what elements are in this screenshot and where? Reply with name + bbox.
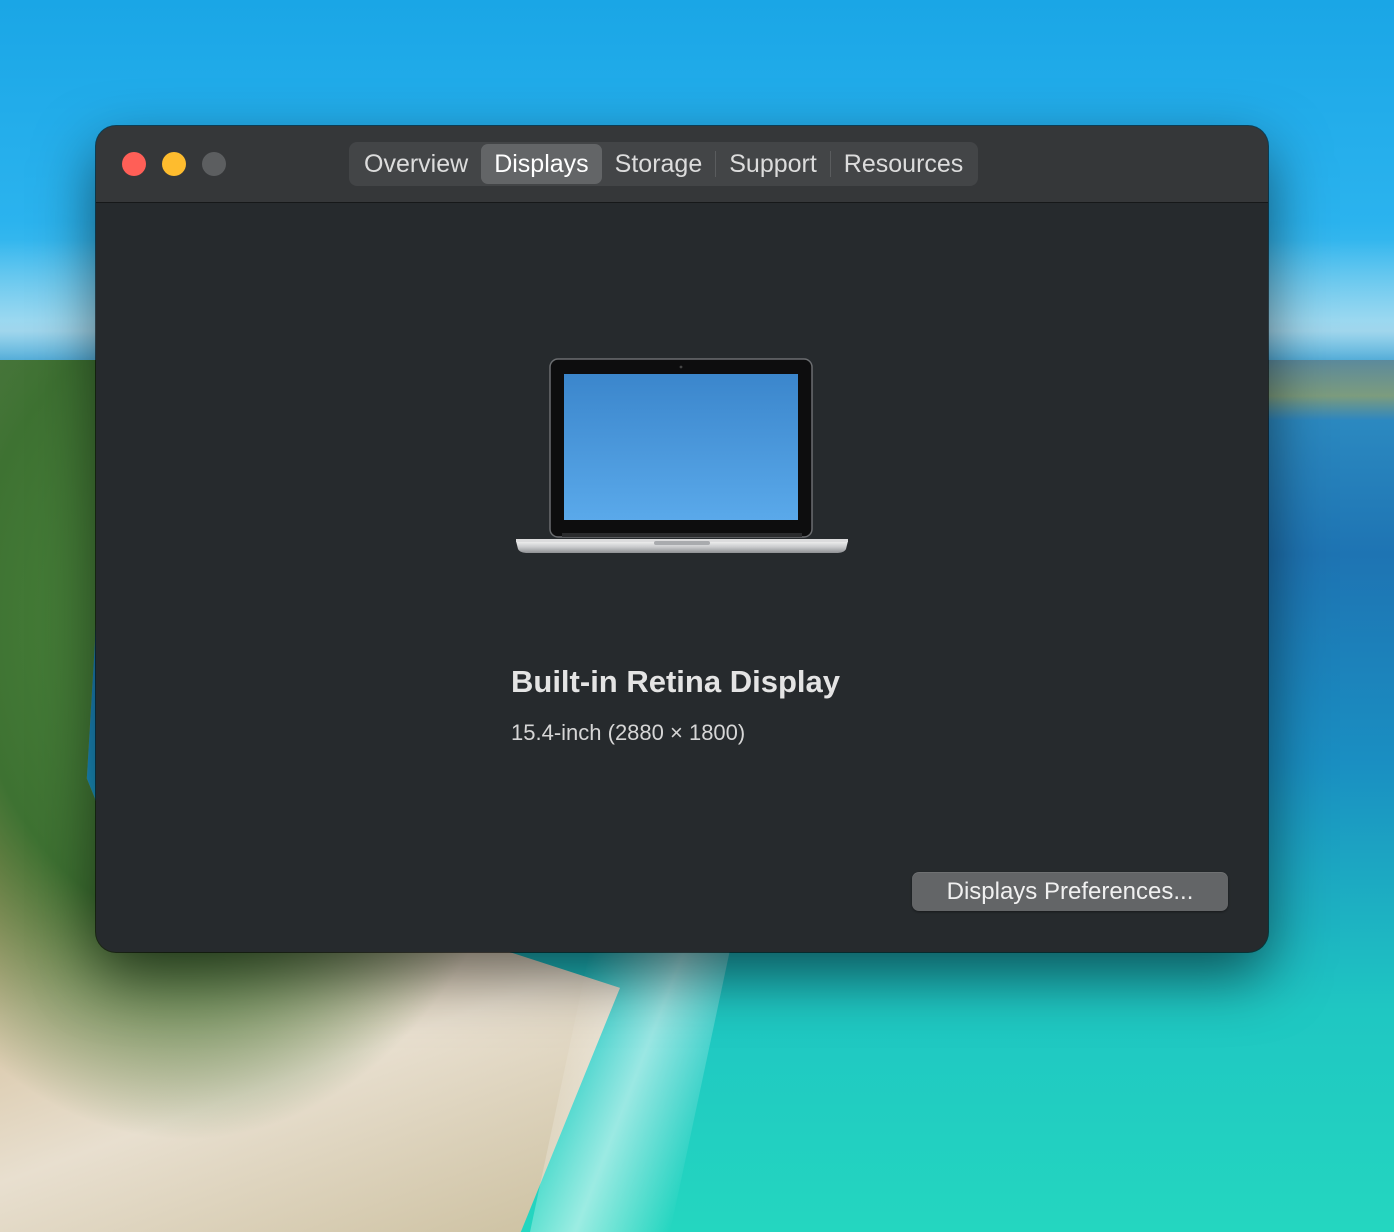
displays-preferences-button[interactable]: Displays Preferences... [912,872,1228,911]
tab-overview[interactable]: Overview [351,144,481,184]
zoom-window-button[interactable] [202,152,226,176]
tab-support[interactable]: Support [716,144,830,184]
close-window-button[interactable] [122,152,146,176]
wallpaper-far-shore [1254,360,1394,420]
tab-displays[interactable]: Displays [481,144,602,184]
minimize-window-button[interactable] [162,152,186,176]
tab-bar: Overview Displays Storage Support Resour… [349,142,979,186]
tab-storage[interactable]: Storage [602,144,716,184]
display-name: Built-in Retina Display [511,664,840,699]
window-titlebar: Overview Displays Storage Support Resour… [96,126,1268,203]
tab-resources[interactable]: Resources [831,144,977,184]
desktop-wallpaper: Overview Displays Storage Support Resour… [0,0,1394,1232]
laptop-icon [516,358,848,553]
display-spec: 15.4-inch (2880 × 1800) [511,720,746,745]
about-this-mac-window: Overview Displays Storage Support Resour… [96,126,1268,952]
